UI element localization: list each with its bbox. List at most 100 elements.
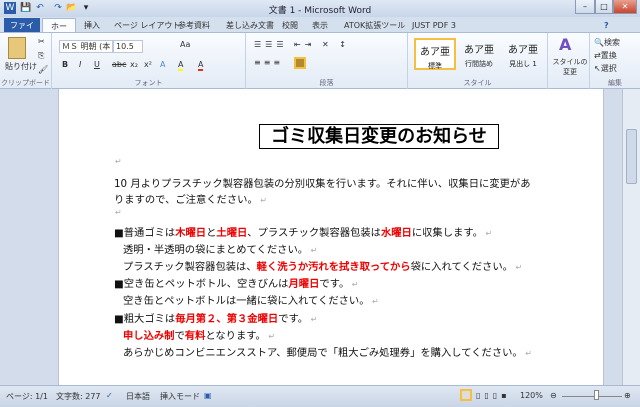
tab-home[interactable]: ホーム	[42, 18, 76, 46]
minimize-button[interactable]: –	[575, 0, 595, 14]
format-painter-icon[interactable]: 🖌	[38, 65, 48, 74]
tab-review[interactable]: 校閲	[276, 18, 304, 33]
text-run: ■普通ゴミは	[114, 227, 176, 239]
tab-file[interactable]: ファイル	[4, 18, 40, 45]
paragraph-mark: ↵	[308, 315, 318, 324]
style-no-spacing[interactable]: あア亜 行間詰め	[458, 38, 500, 70]
tab-just-pdf[interactable]: JUST PDF 3	[406, 18, 462, 33]
vertical-scrollbar[interactable]	[622, 89, 640, 385]
text-run: 袋に入れてください。	[410, 261, 513, 273]
font-size-select[interactable]: 10.5	[113, 40, 143, 53]
style-preview: あア亜	[464, 45, 494, 56]
justify-button[interactable]	[294, 57, 306, 69]
document-line: りますので、ご注意ください。 ↵	[114, 191, 267, 206]
paragraph-mark: ↵	[349, 280, 359, 289]
document-line: プラスチック製容器包装は、軽く洗うか汚れを拭き取ってから袋に入れてください。 ↵	[123, 258, 522, 273]
underline-button[interactable]: U	[94, 60, 100, 69]
proofing-icon[interactable]: ✓	[106, 391, 113, 400]
document-line: ■空き缶とペットボトル、空きびんは月曜日です。 ↵	[114, 275, 359, 290]
style-heading-1[interactable]: あア亜 見出し 1	[502, 38, 544, 70]
page-count[interactable]: ページ: 1/1	[6, 391, 48, 402]
zoom-slider[interactable]	[562, 396, 622, 397]
highlighted-text: 月曜日	[288, 278, 320, 290]
print-layout-button[interactable]	[460, 389, 472, 401]
change-styles-group: A スタイルの変更	[548, 33, 590, 89]
tab-references[interactable]: 参考資料	[172, 18, 216, 33]
text-effects-button[interactable]: A	[160, 60, 165, 69]
tab-mailings[interactable]: 差し込み文書	[220, 18, 280, 33]
search-label: 検索	[603, 38, 620, 47]
highlighted-text: 毎月第２、第３金曜日	[175, 313, 279, 325]
copy-icon[interactable]: ⎘	[38, 51, 44, 61]
highlighted-text: 軽く洗うか汚れを拭き取ってから	[256, 261, 411, 273]
replace-button[interactable]: ⇄置換	[594, 50, 617, 61]
highlighted-text: 水曜日	[380, 227, 412, 239]
style-name: 標準	[428, 62, 442, 70]
replace-label: 置換	[600, 51, 617, 60]
text-run: ■空き缶とペットボトル、空きびんは	[114, 278, 289, 290]
tab-insert[interactable]: 挿入	[78, 18, 106, 33]
insert-mode[interactable]: 挿入モード	[160, 391, 200, 402]
text-run: 空き缶とペットボトルは一緒に袋に入れてください。	[123, 295, 370, 307]
language[interactable]: 日本語	[126, 391, 150, 402]
cut-icon[interactable]: ✂	[38, 37, 45, 46]
paragraph-group: ☰☰☰ ⇤⇥ ✕ ↕ ≡≡≡ 段落	[246, 33, 408, 89]
zoom-out-button[interactable]: ⊖	[550, 391, 557, 400]
word-count[interactable]: 文字数: 277	[56, 391, 101, 402]
style-standard[interactable]: あア亜 標準	[414, 38, 456, 70]
text-run: プラスチック製容器包装は、	[123, 261, 257, 273]
view-buttons[interactable]: ▯▯▯▪	[476, 391, 511, 400]
highlight-button[interactable]: A	[178, 60, 184, 71]
paragraph-mark: ↵	[369, 297, 379, 306]
document-area: ゴミ収集日変更のお知らせ ↵ ↵ 10 月よりプラスチック製容器包装の分別収集を行…	[0, 89, 622, 385]
close-button[interactable]: ✕	[613, 0, 637, 14]
bold-button[interactable]: B	[62, 60, 68, 69]
paste-icon[interactable]	[8, 37, 26, 59]
macro-icon[interactable]: ▣	[204, 391, 212, 400]
document-line: ■普通ゴミは木曜日と土曜日、プラスチック製容器包装は水曜日に収集します。 ↵	[114, 224, 492, 239]
paragraph-mark: ↵	[115, 157, 122, 166]
editing-group: 🔍検索 ⇄置換 ↖選択 編集	[590, 33, 640, 89]
document-line: 空き缶とペットボトルは一緒に袋に入れてください。 ↵	[123, 292, 379, 307]
superscript-button[interactable]: x²	[144, 60, 152, 69]
text-run: です。	[319, 278, 350, 290]
change-styles-button[interactable]: スタイルの変更	[551, 57, 589, 77]
styles-group: あア亜標準 あア亜 行間詰め あア亜 見出し 1 スタイル	[408, 33, 548, 89]
align-buttons[interactable]: ≡≡≡	[254, 58, 283, 67]
tab-view[interactable]: 表示	[306, 18, 334, 33]
tab-atok[interactable]: ATOK拡張ツール	[338, 18, 411, 33]
zoom-slider-thumb[interactable]	[594, 390, 599, 400]
help-icon[interactable]: ?	[604, 18, 609, 33]
text-run: で	[174, 330, 185, 342]
document-line: ■粗大ゴミは毎月第２、第３金曜日です。 ↵	[114, 310, 317, 325]
search-button[interactable]: 🔍検索	[594, 37, 620, 48]
list-buttons[interactable]: ☰☰☰ ⇤⇥ ✕ ↕	[254, 40, 350, 49]
highlighted-text: 有料	[184, 330, 206, 342]
paste-button[interactable]: 貼り付け	[5, 61, 37, 72]
text-run: です。	[278, 313, 309, 325]
document-page[interactable]: ゴミ収集日変更のお知らせ ↵ ↵ 10 月よりプラスチック製容器包装の分別収集を行…	[58, 89, 604, 385]
status-bar: ページ: 1/1 文字数: 277 ✓ 日本語 挿入モード ▣ ▯▯▯▪ 120…	[0, 385, 640, 407]
font-name-select[interactable]: ＭＳ 明朝 (本	[59, 40, 113, 53]
strikethrough-button[interactable]: abc	[112, 60, 126, 69]
subscript-button[interactable]: x₂	[130, 60, 138, 69]
title-bar: W 💾 ↶ ↷ 📂 ▾ 文書 1 - Microsoft Word – □ ✕	[0, 0, 640, 17]
style-preview: あア亜	[420, 47, 450, 58]
zoom-in-button[interactable]: ⊕	[624, 391, 631, 400]
styles-label: スタイル	[463, 79, 492, 87]
zoom-level[interactable]: 120%	[520, 391, 543, 400]
change-case-button[interactable]: Aa	[180, 40, 190, 49]
style-preview: あア亜	[508, 45, 538, 56]
change-styles-icon[interactable]: A	[559, 35, 571, 54]
italic-button[interactable]: I	[79, 60, 81, 69]
text-run: ■粗大ゴミは	[114, 313, 176, 325]
font-color-button[interactable]: A	[198, 60, 204, 71]
maximize-button[interactable]: □	[595, 0, 613, 14]
ribbon: 貼り付け ✂ ⎘ 🖌 クリップボード ＭＳ 明朝 (本 10.5 B I U a…	[0, 32, 640, 89]
select-button[interactable]: ↖選択	[594, 63, 617, 74]
font-label: フォント	[134, 79, 163, 87]
text-run: と	[206, 227, 217, 239]
clipboard-group: 貼り付け ✂ ⎘ 🖌 クリップボード	[0, 33, 52, 89]
text-run: あらかじめコンビニエンスストア、郵便局で「粗大ごみ処理券」を購入してください。	[123, 347, 523, 359]
scroll-thumb[interactable]	[626, 129, 637, 184]
